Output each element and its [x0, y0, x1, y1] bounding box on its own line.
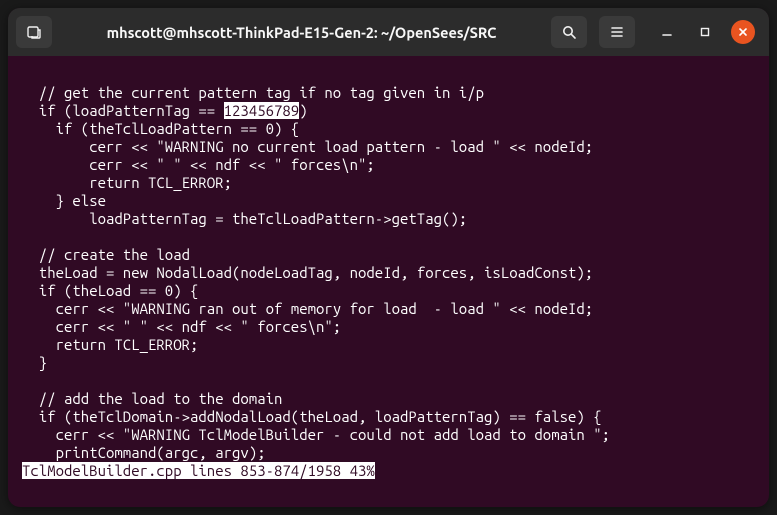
menu-button[interactable]	[599, 16, 635, 48]
hamburger-icon	[609, 24, 625, 40]
close-button[interactable]	[731, 20, 755, 44]
terminal-content[interactable]: // get the current pattern tag if no tag…	[8, 56, 769, 507]
maximize-icon	[699, 26, 711, 38]
new-tab-icon	[26, 24, 42, 40]
code-line: theLoad = new NodalLoad(nodeLoadTag, nod…	[22, 264, 593, 281]
code-line: cerr << " " << ndf << " forces\n";	[22, 318, 341, 335]
window-controls	[655, 20, 755, 44]
new-tab-button[interactable]	[16, 16, 52, 48]
pager-status-line: TclModelBuilder.cpp lines 853-874/1958 4…	[22, 462, 375, 479]
code-line: cerr << "WARNING ran out of memory for l…	[22, 300, 593, 317]
titlebar-right	[551, 16, 761, 48]
code-line: return TCL_ERROR;	[22, 336, 198, 353]
code-line: return TCL_ERROR;	[22, 174, 232, 191]
highlighted-value: 123456789	[224, 102, 300, 119]
maximize-button[interactable]	[693, 20, 717, 44]
titlebar: mhscott@mhscott-ThinkPad-E15-Gen-2: ~/Op…	[8, 8, 769, 56]
code-line: cerr << "WARNING no current load pattern…	[22, 138, 593, 155]
code-line: // get the current pattern tag if no tag…	[22, 84, 484, 101]
code-line: cerr << "WARNING TclModelBuilder - could…	[22, 426, 610, 443]
code-line: }	[22, 354, 47, 371]
titlebar-left	[16, 16, 52, 48]
minimize-icon	[661, 26, 673, 38]
code-line: if (loadPatternTag ==	[22, 102, 224, 119]
code-line: } else	[22, 192, 106, 209]
code-line: if (theTclLoadPattern == 0) {	[22, 120, 299, 137]
code-line: // add the load to the domain	[22, 390, 282, 407]
minimize-button[interactable]	[655, 20, 679, 44]
search-button[interactable]	[551, 16, 587, 48]
terminal-window: mhscott@mhscott-ThinkPad-E15-Gen-2: ~/Op…	[8, 8, 769, 507]
search-icon	[561, 24, 577, 40]
code-line: if (theLoad == 0) {	[22, 282, 198, 299]
code-line: if (theTclDomain->addNodalLoad(theLoad, …	[22, 408, 602, 425]
code-line: cerr << " " << ndf << " forces\n";	[22, 156, 375, 173]
close-icon	[737, 26, 749, 38]
code-line: )	[299, 102, 307, 119]
code-line: printCommand(argc, argv);	[22, 444, 266, 461]
window-title: mhscott@mhscott-ThinkPad-E15-Gen-2: ~/Op…	[60, 24, 543, 41]
code-line: // create the load	[22, 246, 190, 263]
code-line: loadPatternTag = theTclLoadPattern->getT…	[22, 210, 467, 227]
